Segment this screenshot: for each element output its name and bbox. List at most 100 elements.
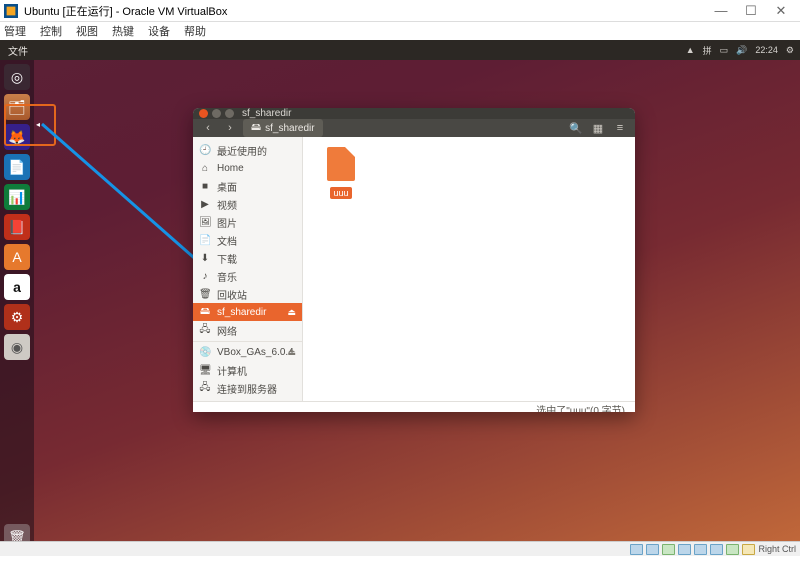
sidebar-icon: 🖧 [199,322,211,339]
sidebar-label: 网络 [217,323,237,338]
volume-indicator[interactable]: 🔊 [736,45,747,56]
launcher-disc[interactable]: ◉ [4,334,30,360]
file-manager-toolbar: ‹ › 🖴 sf_sharedir 🔍 ▦ ≡ [193,119,635,137]
status-text: 选中了"uuu"(0 字节) [536,402,625,412]
file-manager-sidebar: 🕘 最近使用的 ⌂ Home ■ 桌面 ▶ 视频 🖼 图片📄文档⬇下载 ♪ 音乐🗑回收站🖴 sf_sha… [193,137,303,401]
launcher-writer[interactable]: 📄 [4,154,30,180]
menu-devices[interactable]: 设备 [148,23,170,39]
vb-mouse-icon[interactable] [742,544,755,555]
search-button[interactable]: 🔍 [567,122,585,135]
sidebar-label: 下载 [217,251,237,266]
sidebar-item--[interactable]: ⬇下载 [193,249,302,267]
annotation-highlight [4,104,56,146]
launcher-calc[interactable]: 📊 [4,184,30,210]
menu-hotkeys[interactable]: 热键 [112,23,134,39]
vb-statusbar: Right Ctrl [0,541,800,556]
network-indicator[interactable]: ▲ [686,45,695,55]
vb-cd-icon[interactable] [646,544,659,555]
sidebar-label: Home [217,163,244,174]
sidebar-icon: ▶ [199,199,211,210]
input-indicator[interactable]: 拼 [703,44,712,57]
sidebar-item--[interactable]: 🖧 网络 [193,321,302,339]
sidebar-item--[interactable]: 🖥 计算机 [193,361,302,379]
sidebar-icon: 📄 [199,235,211,246]
file-manager-title: sf_sharedir [242,108,291,119]
sidebar-icon: ⌂ [199,163,211,174]
menu-manage[interactable]: 管理 [4,23,26,39]
vm-viewport: 文件 ▲ 拼 ▭ 🔊 22:24 ⚙ ◎ 🗂 🦊 📄 📊 📕 A a ⚙ ◉ 🗑… [0,40,800,556]
sidebar-label: 最近使用的 [217,143,267,158]
minimize-button[interactable]: — [706,3,736,18]
menu-view[interactable]: 视图 [76,23,98,39]
host-title: Ubuntu [正在运行] - Oracle VM VirtualBox [24,3,227,19]
view-mode-button[interactable]: ▦ [589,122,607,135]
file-manager-statusbar: 选中了"uuu"(0 字节) [193,401,635,412]
launcher-software[interactable]: A [4,244,30,270]
drive-icon: 🖴 [251,120,261,137]
menu-control[interactable]: 控制 [40,23,62,39]
clock[interactable]: 22:24 [755,45,778,55]
host-titlebar: Ubuntu [正在运行] - Oracle VM VirtualBox — ☐… [0,0,800,22]
launcher-impress[interactable]: 📕 [4,214,30,240]
sidebar-label: 图片 [217,215,237,230]
sidebar-label: 音乐 [217,269,237,284]
sidebar-item-sf-sharedir[interactable]: 🖴 sf_sharedir ⏏ [193,303,302,321]
sidebar-label: sf_sharedir [217,307,266,318]
window-dots [199,109,234,118]
file-manager-content[interactable]: uuu [303,137,635,401]
sidebar-label: 桌面 [217,179,237,194]
sidebar-item--[interactable]: ♪ 音乐 [193,267,302,285]
panel-app-label[interactable]: 文件 [8,43,28,58]
vb-usb-icon[interactable] [678,544,691,555]
file-name: uuu [330,187,351,199]
sidebar-label: 视频 [217,197,237,212]
close-dot[interactable] [199,109,208,118]
nav-forward-button[interactable]: › [221,119,239,137]
sidebar-item--[interactable]: ■ 桌面 [193,177,302,195]
path-breadcrumb[interactable]: 🖴 sf_sharedir [243,119,323,137]
launcher-amazon[interactable]: a [4,274,30,300]
session-indicator[interactable]: ⚙ [786,45,794,56]
sidebar-item--[interactable]: 🗑回收站 [193,285,302,303]
menu-help[interactable]: 帮助 [184,23,206,39]
maximize-dot[interactable] [225,109,234,118]
sidebar-icon: ♪ [199,271,211,282]
sidebar-label: VBox_GAs_6.0.4 [217,347,294,358]
sidebar-icon: 🕘 [199,145,211,156]
sidebar-icon: 🗑 [199,289,211,300]
eject-icon[interactable]: ⏏ [287,347,296,358]
vb-shared-icon[interactable] [694,544,707,555]
file-icon [327,147,355,181]
vb-display-icon[interactable] [710,544,723,555]
ubuntu-top-panel: 文件 ▲ 拼 ▭ 🔊 22:24 ⚙ [0,40,800,60]
sidebar-icon: 💿 [199,347,211,358]
sidebar-icon: 🖥 [199,365,211,376]
minimize-dot[interactable] [212,109,221,118]
path-label: sf_sharedir [265,123,314,134]
launcher-dash[interactable]: ◎ [4,64,30,90]
hamburger-menu[interactable]: ≡ [611,122,629,134]
sidebar-label: 计算机 [217,363,247,378]
nav-back-button[interactable]: ‹ [199,119,217,137]
vb-net-icon[interactable] [662,544,675,555]
close-button[interactable]: ✕ [766,3,796,19]
sidebar-icon: 🖼 [199,217,211,228]
launcher-settings[interactable]: ⚙ [4,304,30,330]
sidebar-icon: 🖴 [199,304,211,321]
file-item[interactable]: uuu [317,147,365,201]
sidebar-item-vbox-gas-6-0-4[interactable]: 💿 VBox_GAs_6.0.4⏏ [193,341,302,361]
sidebar-item-home[interactable]: ⌂ Home [193,159,302,177]
sidebar-icon: ■ [199,181,211,192]
vb-record-icon[interactable] [726,544,739,555]
file-manager-window: sf_sharedir ‹ › 🖴 sf_sharedir 🔍 ▦ ≡ 🕘 最近使… [193,108,635,412]
sidebar-item--[interactable]: 🖼 图片 [193,213,302,231]
eject-icon[interactable]: ⏏ [287,307,296,318]
sidebar-item--[interactable]: ▶ 视频 [193,195,302,213]
vb-hd-icon[interactable] [630,544,643,555]
battery-indicator[interactable]: ▭ [720,45,729,56]
sidebar-item--[interactable]: 🕘 最近使用的 [193,141,302,159]
sidebar-item--[interactable]: 📄文档 [193,231,302,249]
sidebar-item--[interactable]: 🖧连接到服务器 [193,379,302,397]
file-manager-titlebar[interactable]: sf_sharedir [193,108,635,119]
maximize-button[interactable]: ☐ [736,3,766,19]
